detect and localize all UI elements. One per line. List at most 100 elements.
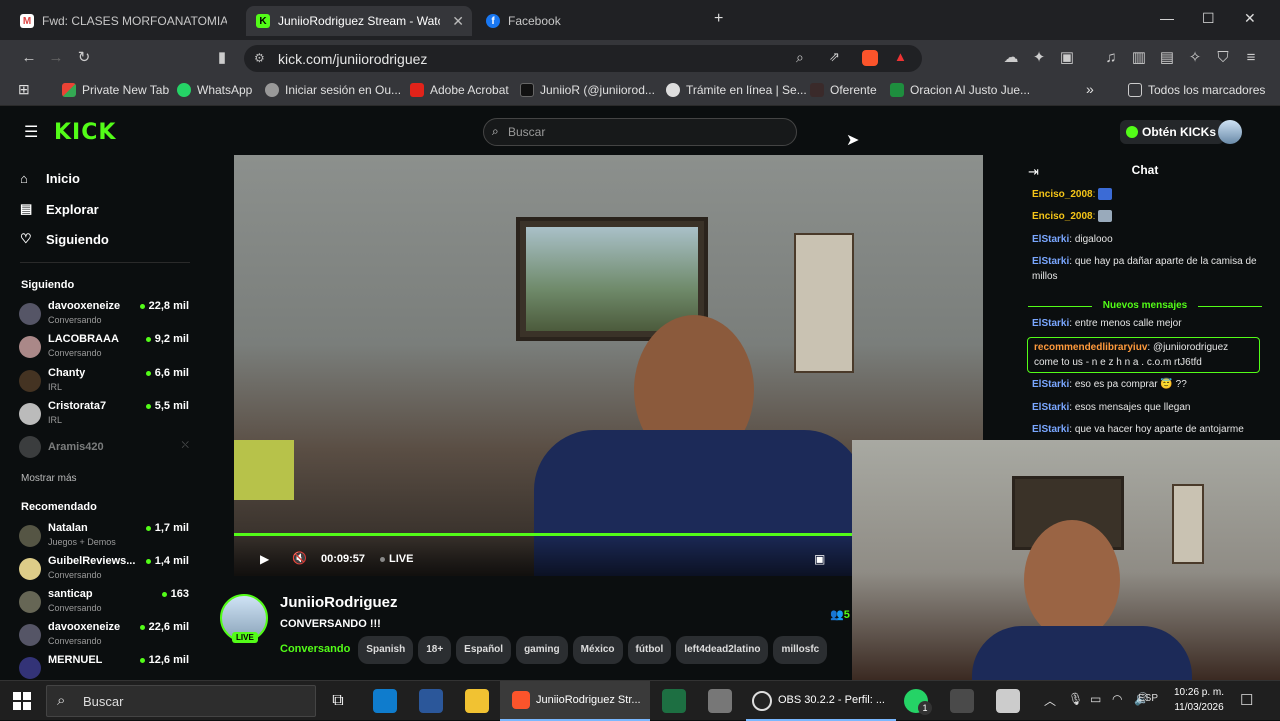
vpn-shield-icon[interactable]: ⛉: [1214, 49, 1232, 67]
nav-explorar[interactable]: ▤ Explorar: [20, 201, 99, 217]
calculator-app-icon[interactable]: [708, 689, 732, 713]
bookmark-oferente[interactable]: Oferente: [810, 83, 877, 97]
app-icon[interactable]: [996, 689, 1020, 713]
screenshot-icon[interactable]: ▣: [1058, 49, 1076, 67]
kick-logo[interactable]: KICK: [54, 120, 116, 145]
word-app-icon[interactable]: [419, 689, 443, 713]
task-view-icon[interactable]: ⧉: [326, 689, 350, 713]
following-channel[interactable]: Chanty IRL 6,6 mil: [19, 366, 189, 398]
bookmark-tiktok[interactable]: JuniioR (@juniiorod...: [520, 83, 655, 97]
bookmark-tramite[interactable]: Trámite en línea | Se...: [666, 83, 807, 97]
zoom-icon[interactable]: ⌕: [796, 49, 804, 66]
clock[interactable]: 10:26 p. m. 11/03/2026: [1170, 685, 1228, 715]
live-badge: LIVE: [232, 632, 258, 643]
following-channel[interactable]: LACOBRAAA Conversando 9,2 mil: [19, 332, 189, 364]
tag[interactable]: millosfc: [773, 636, 828, 664]
brave-rewards-icon[interactable]: ▲: [894, 49, 907, 64]
category-link[interactable]: Conversando: [280, 643, 350, 655]
camera-app-icon[interactable]: [950, 689, 974, 713]
play-icon[interactable]: ▶: [260, 552, 269, 566]
chair-image: [234, 440, 294, 500]
microphone-icon[interactable]: 🎙: [1068, 692, 1083, 706]
search-input[interactable]: ⌕ Buscar: [483, 118, 797, 146]
bookmark-outlook[interactable]: Iniciar sesión en Ou...: [265, 83, 401, 97]
following-channel[interactable]: davooxeneize Conversando 22,8 mil: [19, 299, 189, 331]
tag[interactable]: Spanish: [358, 636, 414, 664]
forward-icon[interactable]: →: [47, 49, 65, 67]
emote-icon: [1098, 210, 1113, 223]
live-progress-bar[interactable]: [234, 533, 852, 536]
nav-siguiendo[interactable]: ♡ Siguiendo: [20, 231, 109, 247]
file-explorer-icon[interactable]: [465, 689, 489, 713]
nav-inicio[interactable]: ⌂ Inicio: [20, 171, 80, 186]
reload-icon[interactable]: ↻: [75, 49, 93, 67]
recommended-channel[interactable]: santicap Conversando 163: [19, 587, 189, 619]
windows-start-icon[interactable]: [13, 692, 31, 710]
theater-mode-icon[interactable]: ▣: [814, 552, 825, 566]
home-icon: ⌂: [20, 171, 28, 186]
kicks-coin-icon: [1126, 126, 1138, 138]
sidebar-icon[interactable]: ▥: [1130, 49, 1148, 67]
tag[interactable]: 18+: [418, 636, 452, 664]
hamburger-menu-icon[interactable]: ☰: [24, 122, 38, 142]
recommended-channel[interactable]: Natalan Juegos + Demos 1,7 mil: [19, 521, 189, 553]
back-icon[interactable]: ←: [20, 49, 38, 67]
bookmark-whatsapp[interactable]: WhatsApp: [177, 83, 252, 97]
site-icon: [810, 83, 824, 97]
store-app-icon[interactable]: [373, 689, 397, 713]
language-indicator[interactable]: ESP: [1138, 693, 1158, 704]
taskbar-app-obs[interactable]: OBS 30.2.2 - Perfil: ...: [746, 681, 896, 721]
tag[interactable]: Español: [456, 636, 512, 664]
bookmark-icon[interactable]: ▮: [213, 49, 231, 67]
bookmark-oracion[interactable]: Oracion Al Justo Jue...: [890, 83, 1030, 97]
show-hidden-icons[interactable]: ︿: [1044, 692, 1056, 709]
live-indicator[interactable]: LIVE: [380, 553, 413, 565]
menu-icon[interactable]: ≡: [1242, 49, 1260, 67]
taskbar-search[interactable]: ⌕ Buscar: [46, 685, 316, 717]
brave-shield-icon[interactable]: [862, 50, 878, 66]
close-tab-icon[interactable]: ✕: [452, 13, 464, 30]
taskbar-app-brave[interactable]: JuniioRodriguez Str...: [500, 681, 650, 721]
tag[interactable]: gaming: [516, 636, 568, 664]
minimize-button[interactable]: —: [1160, 10, 1174, 26]
following-channel[interactable]: Cristorata7 IRL 5,5 mil: [19, 399, 189, 431]
bookmarks-bar: ⊞ Private New Tab WhatsApp Iniciar sesió…: [0, 76, 1280, 106]
media-icon[interactable]: ♫: [1102, 49, 1120, 67]
following-channel-offline[interactable]: Aramis420 ⛌: [19, 436, 189, 468]
whatsapp-app-icon[interactable]: 1: [904, 689, 932, 715]
wifi-icon[interactable]: ◠: [1112, 692, 1122, 706]
share-icon[interactable]: ⇗: [829, 49, 840, 65]
vpn-icon[interactable]: ☁: [1002, 49, 1020, 67]
show-more-link[interactable]: Mostrar más: [21, 473, 77, 484]
user-avatar[interactable]: [1218, 120, 1242, 144]
recommended-channel[interactable]: GuibelReviews... Conversando 1,4 mil: [19, 554, 189, 586]
extensions-icon[interactable]: ✦: [1030, 49, 1048, 67]
streamer-name[interactable]: JuniioRodriguez: [280, 594, 398, 611]
bookmark-acrobat[interactable]: Adobe Acrobat: [410, 83, 509, 97]
explore-icon: ▤: [20, 201, 33, 216]
obten-kicks-button[interactable]: Obtén KICKs: [1120, 120, 1225, 144]
new-tab-button[interactable]: +: [714, 10, 723, 28]
tag[interactable]: México: [572, 636, 623, 664]
recommended-channel[interactable]: MERNUEL 12,6 mil: [19, 653, 189, 679]
mute-icon[interactable]: 🔇: [292, 551, 307, 565]
more-bookmarks-icon[interactable]: »: [1086, 81, 1094, 97]
network-icon[interactable]: ▭: [1090, 692, 1101, 706]
maximize-button[interactable]: ☐: [1202, 10, 1215, 27]
tab-gmail[interactable]: M Fwd: CLASES MORFOANATOMIA - ar: [10, 6, 242, 36]
notifications-icon[interactable]: ☐: [1240, 691, 1253, 709]
wallet-icon[interactable]: ▤: [1158, 49, 1176, 67]
tag[interactable]: left4dead2latino: [676, 636, 769, 664]
address-bar[interactable]: ⚙ kick.com/juniiorodriguez ⌕ ⇗ ▲: [244, 45, 922, 72]
site-settings-icon[interactable]: ⚙: [254, 51, 265, 65]
close-window-button[interactable]: ✕: [1244, 10, 1256, 27]
tab-facebook[interactable]: f Facebook: [476, 6, 708, 36]
all-bookmarks[interactable]: Todos los marcadores: [1128, 83, 1265, 97]
bookmark-private-tab[interactable]: Private New Tab: [62, 83, 169, 97]
tag[interactable]: fútbol: [627, 636, 672, 664]
leo-ai-icon[interactable]: ✧: [1186, 49, 1204, 67]
recommended-channel[interactable]: davooxeneize Conversando 22,6 mil: [19, 620, 189, 652]
tab-kick-stream[interactable]: K JuniioRodriguez Stream - Watch ✕: [246, 6, 472, 36]
excel-app-icon[interactable]: [662, 689, 686, 713]
apps-grid-icon[interactable]: ⊞: [18, 81, 30, 98]
